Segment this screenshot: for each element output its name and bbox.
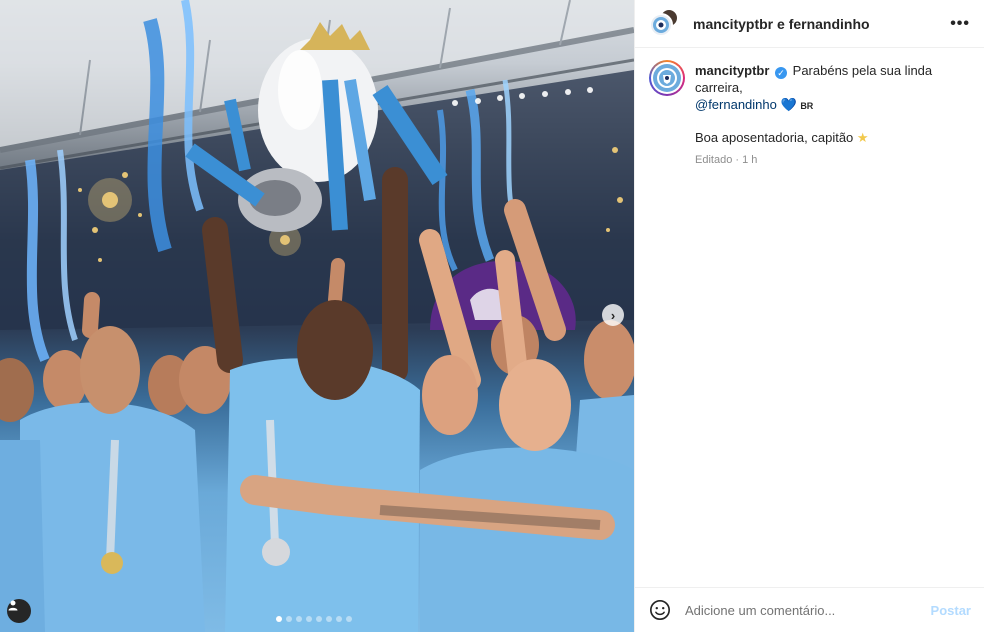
celebration-photo — [0, 0, 634, 632]
collab-avatars[interactable] — [649, 7, 681, 40]
caption-avatar-story-ring[interactable] — [649, 60, 685, 96]
caption-username[interactable]: mancityptbr — [695, 63, 769, 78]
city-crest-icon — [657, 68, 677, 88]
next-image-button[interactable]: › — [602, 304, 624, 326]
blue-heart-icon: 💙 — [780, 97, 797, 112]
carousel-indicator — [276, 616, 352, 622]
carousel-dot — [286, 616, 292, 622]
post-comment-button[interactable]: Postar — [931, 603, 971, 618]
caption-comment: mancityptbr ✓ Parabéns pela sua linda ca… — [635, 48, 984, 169]
carousel-dot — [276, 616, 282, 622]
post-header: mancityptbr e fernandinho ••• — [635, 0, 984, 48]
city-crest-icon — [653, 16, 669, 33]
avatar-mancityptbr[interactable] — [649, 12, 673, 37]
carousel-dot — [326, 616, 332, 622]
post-sidebar: mancityptbr e fernandinho ••• mancityptb… — [634, 0, 984, 632]
brazil-flag-label: BR — [800, 101, 814, 111]
user-icon — [8, 600, 18, 611]
post-author-names[interactable]: mancityptbr e fernandinho — [693, 16, 950, 32]
comment-composer: Postar — [635, 587, 984, 632]
verified-badge-icon: ✓ — [775, 67, 788, 79]
emoji-icon[interactable] — [649, 599, 671, 621]
comment-input[interactable] — [685, 602, 931, 618]
carousel-dot — [346, 616, 352, 622]
star-icon: ★ — [856, 130, 869, 145]
post-media[interactable]: › — [0, 0, 634, 632]
carousel-dot — [296, 616, 302, 622]
caption-text-line2: Boa aposentadoria, capitão — [695, 130, 854, 145]
mention-link[interactable]: @fernandinho — [695, 97, 777, 112]
carousel-dot — [306, 616, 312, 622]
carousel-dot — [316, 616, 322, 622]
carousel-dot — [336, 616, 342, 622]
more-options-icon[interactable]: ••• — [950, 15, 970, 33]
caption-avatar — [653, 64, 681, 92]
tagged-users-button[interactable] — [7, 599, 31, 623]
caption-text: mancityptbr ✓ Parabéns pela sua linda ca… — [695, 60, 970, 169]
front-players — [0, 300, 634, 632]
caption-meta: Editado · 1 h — [695, 154, 758, 166]
chevron-right-icon: › — [610, 307, 616, 323]
